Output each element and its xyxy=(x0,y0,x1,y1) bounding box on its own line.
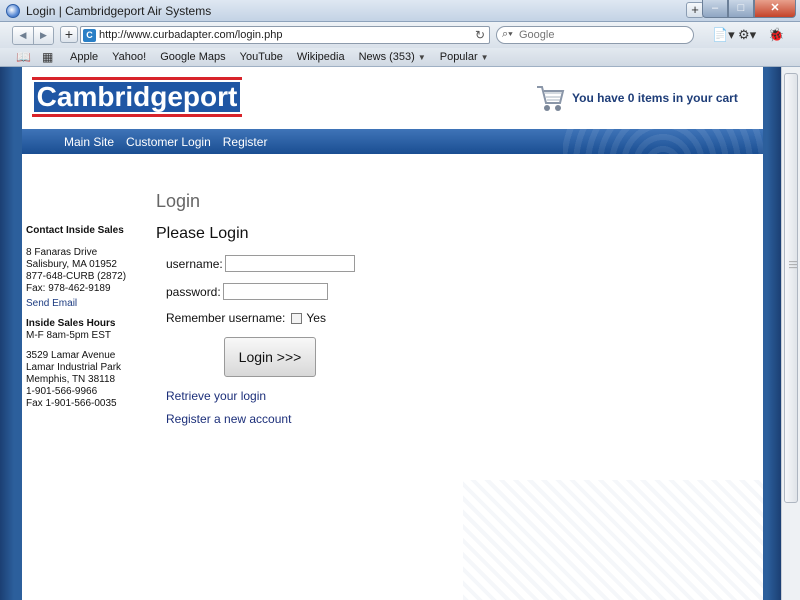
register-account-link[interactable]: Register a new account xyxy=(166,412,291,426)
cart-summary[interactable]: You have 0 items in your cart xyxy=(534,81,738,115)
hours-text: M-F 8am-5pm EST xyxy=(26,330,112,341)
login-button[interactable]: Login >>> xyxy=(224,337,316,377)
bug-icon[interactable]: 🐞 xyxy=(768,27,784,43)
cart-text: You have 0 items in your cart xyxy=(572,91,738,105)
contact-sidebar: Contact Inside Sales 8 Fanaras Drive Sal… xyxy=(26,225,146,416)
add-bookmark-button[interactable]: + xyxy=(60,26,78,43)
vertical-scrollbar[interactable]: — — — xyxy=(781,67,800,600)
address-bar[interactable]: C ↻ xyxy=(80,26,490,44)
bookmarks-bar: 📖 ▦ Apple Yahoo! Google Maps YouTube Wik… xyxy=(0,48,800,67)
background-decoration xyxy=(463,480,763,600)
bookmark-popular-label: Popular xyxy=(439,51,478,63)
scrollbar-thumb[interactable]: — — — xyxy=(784,73,798,503)
window-controls: – □ ✕ xyxy=(702,0,796,18)
contact-heading: Contact Inside Sales xyxy=(26,225,124,236)
search-bar[interactable]: ⌕▾ xyxy=(496,26,694,44)
address-block-1: 8 Fanaras Drive Salisbury, MA 01952 877-… xyxy=(26,247,146,310)
nav-customer-login[interactable]: Customer Login xyxy=(126,135,211,149)
page-menu-icon[interactable]: 📄▾ xyxy=(712,27,735,43)
close-button[interactable]: ✕ xyxy=(754,0,796,18)
nav-register[interactable]: Register xyxy=(223,135,268,149)
site-favicon-icon: C xyxy=(83,29,96,42)
nav-main-site[interactable]: Main Site xyxy=(64,135,114,149)
fax-line: Fax: 978-462-9189 xyxy=(26,283,111,294)
username-row: username: xyxy=(166,255,355,272)
maximize-button[interactable]: □ xyxy=(728,0,754,18)
chevron-down-icon: ▼ xyxy=(417,53,426,62)
shopping-cart-icon xyxy=(534,81,566,115)
login-content: Login Please Login username: password: R… xyxy=(156,191,355,426)
site-nav: Main Site Customer Login Register xyxy=(22,129,763,154)
url-input[interactable] xyxy=(99,28,469,42)
reload-icon[interactable]: ↻ xyxy=(475,28,485,42)
remember-yes-label: Yes xyxy=(306,311,326,325)
window-titlebar: Login | Cambridgeport Air Systems + – □ … xyxy=(0,0,800,22)
page-frame: Cambridgeport You have 0 items in your c… xyxy=(0,67,781,600)
address-line: 8 Fanaras Drive xyxy=(26,247,98,258)
back-button[interactable]: ◀ xyxy=(13,27,33,44)
site-logo[interactable]: Cambridgeport xyxy=(32,77,242,117)
retrieve-login-link[interactable]: Retrieve your login xyxy=(166,389,266,403)
password-label: password: xyxy=(166,284,221,299)
bookmark-youtube[interactable]: YouTube xyxy=(240,51,283,63)
book-icon[interactable]: 📖 xyxy=(16,50,31,64)
remember-label: Remember username: xyxy=(166,311,286,325)
address-line: Lamar Industrial Park xyxy=(26,362,122,373)
login-subheading: Please Login xyxy=(156,225,249,242)
bookmark-news-label: News (353) xyxy=(358,51,415,63)
bookmark-yahoo[interactable]: Yahoo! xyxy=(112,51,146,63)
password-input[interactable] xyxy=(222,283,328,300)
send-email-link[interactable]: Send Email xyxy=(26,298,77,309)
search-input[interactable] xyxy=(519,28,684,42)
bookmark-apple[interactable]: Apple xyxy=(70,51,98,63)
site-header: Cambridgeport You have 0 items in your c… xyxy=(22,67,763,129)
bookmark-news[interactable]: News (353) ▼ xyxy=(359,51,426,63)
web-page: Cambridgeport You have 0 items in your c… xyxy=(22,67,763,600)
password-row: password: xyxy=(166,283,328,300)
browser-icon xyxy=(6,4,20,18)
address-block-2: 3529 Lamar Avenue Lamar Industrial Park … xyxy=(26,350,146,410)
username-input[interactable] xyxy=(224,255,355,272)
address-line: Memphis, TN 38118 xyxy=(26,374,116,385)
window-title: Login | Cambridgeport Air Systems xyxy=(26,4,212,18)
forward-button[interactable]: ▶ xyxy=(33,27,53,44)
address-line: 3529 Lamar Avenue xyxy=(26,350,116,361)
history-buttons: ◀ ▶ xyxy=(12,26,54,45)
hours-block: Inside Sales Hours M-F 8am-5pm EST xyxy=(26,318,146,342)
phone-line: 1-901-566-9966 xyxy=(26,386,98,397)
minimize-button[interactable]: – xyxy=(702,0,728,18)
bookmark-google-maps[interactable]: Google Maps xyxy=(160,51,225,63)
bookmark-popular[interactable]: Popular ▼ xyxy=(440,51,489,63)
page-title: Login xyxy=(156,191,201,211)
bookmark-wikipedia[interactable]: Wikipedia xyxy=(297,51,345,63)
address-line: Salisbury, MA 01952 xyxy=(26,259,117,270)
grid-icon[interactable]: ▦ xyxy=(42,50,53,64)
username-label: username: xyxy=(166,256,223,271)
fax-line: Fax 1-901-566-0035 xyxy=(26,398,117,409)
remember-checkbox[interactable] xyxy=(291,312,303,324)
nav-decoration xyxy=(563,129,763,154)
browser-toolbar: ◀ ▶ + C ↻ ⌕▾ 📄▾ ⚙▾ 🐞 xyxy=(0,22,800,48)
chevron-down-icon: ▼ xyxy=(480,53,489,62)
logo-text: Cambridgeport xyxy=(36,81,238,112)
phone-line: 877-648-CURB (2872) xyxy=(26,271,127,282)
remember-row: Remember username: Yes xyxy=(166,311,326,325)
hours-heading: Inside Sales Hours xyxy=(26,318,116,329)
search-icon: ⌕▾ xyxy=(502,28,513,40)
grip-icon: — — — xyxy=(789,257,797,272)
settings-gear-icon[interactable]: ⚙▾ xyxy=(738,27,756,43)
